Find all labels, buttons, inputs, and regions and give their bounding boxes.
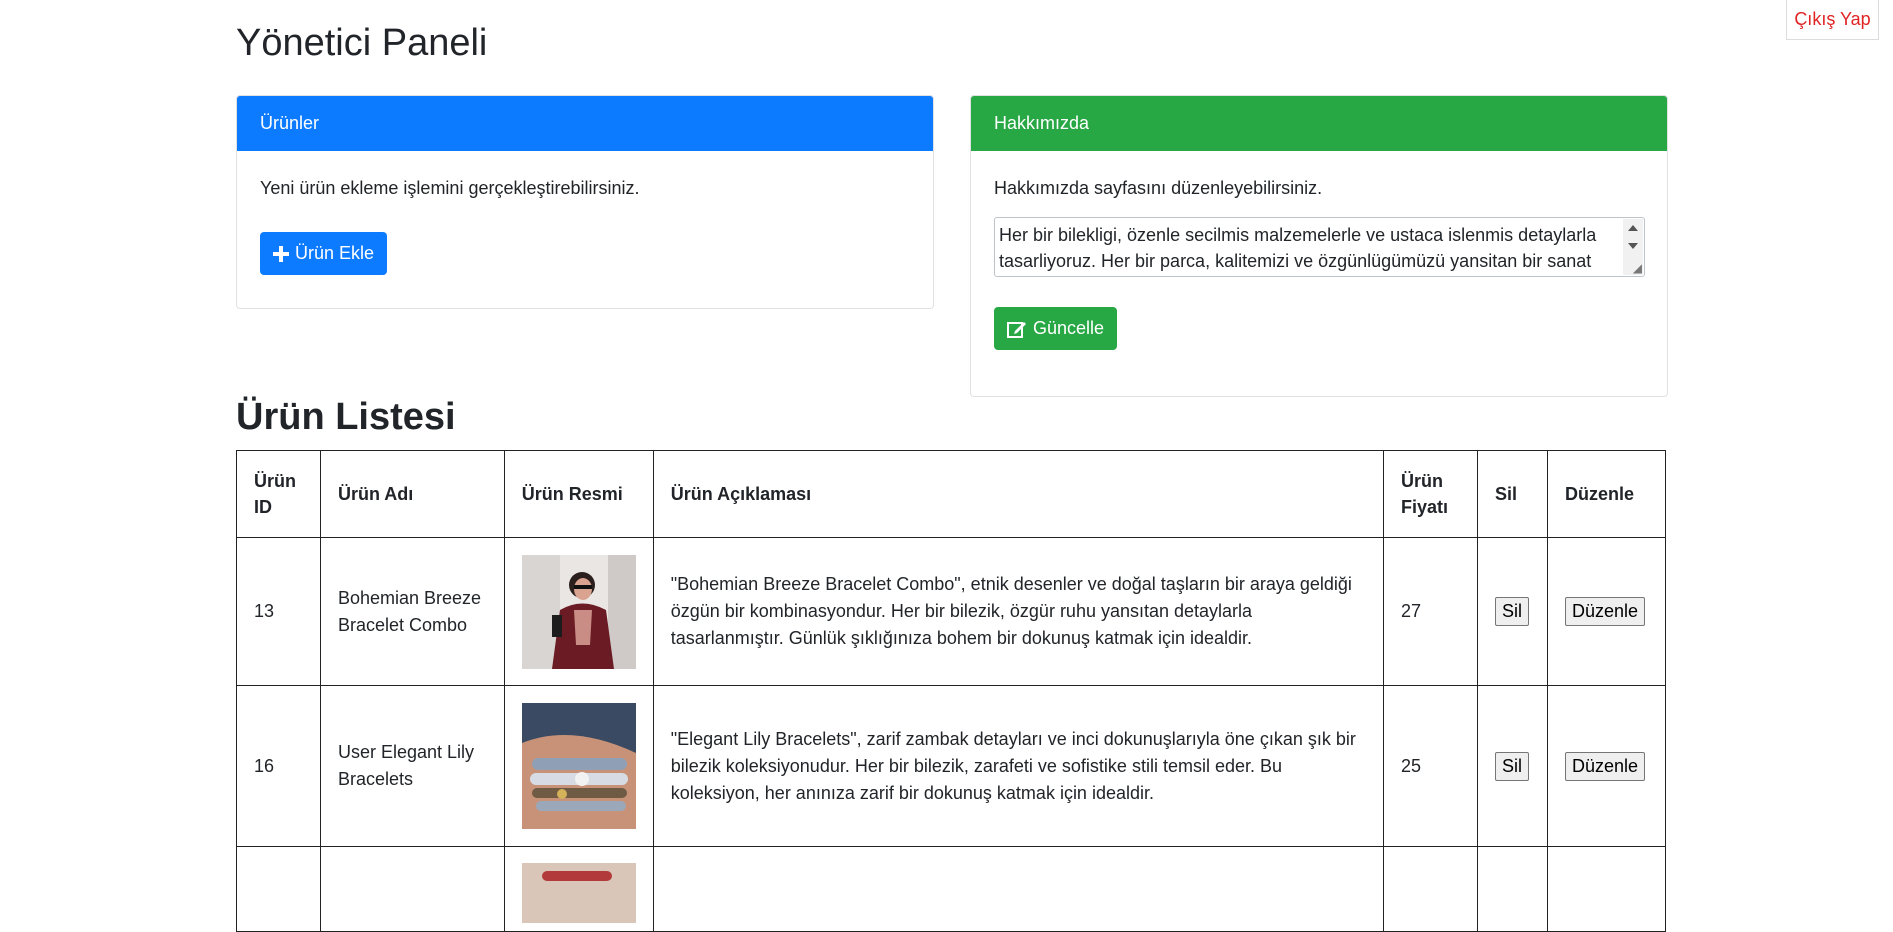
- edit-cell: Düzenle: [1546, 537, 1667, 686]
- product-list-title: Ürün Listesi: [236, 396, 456, 438]
- textarea-scrollbar[interactable]: ◢: [1623, 219, 1643, 275]
- product-name: User Elegant Lily Bracelets: [319, 685, 505, 847]
- add-product-button[interactable]: Ürün Ekle: [260, 232, 388, 275]
- edit-cell: [1546, 846, 1667, 932]
- about-card-header: Hakkımızda: [971, 96, 1667, 151]
- edit-cell: Düzenle: [1546, 685, 1667, 847]
- add-product-label: Ürün Ekle: [295, 243, 375, 263]
- table-row: 13 Bohemian Breeze Bracelet Combo "Bohem…: [236, 537, 1667, 686]
- product-image: [521, 703, 636, 829]
- delete-cell: Sil: [1476, 537, 1548, 686]
- column-header-name: Ürün Adı: [319, 450, 505, 538]
- product-image: [521, 554, 636, 669]
- product-description: "Bohemian Breeze Bracelet Combo", etnik …: [652, 537, 1385, 686]
- about-card-text: Hakkımızda sayfasını düzenleyebilirsiniz…: [994, 178, 1323, 198]
- column-header-id: Ürün ID: [236, 450, 321, 538]
- about-card-title: Hakkımızda: [994, 113, 1090, 133]
- delete-button[interactable]: Sil: [1494, 751, 1529, 781]
- about-textarea[interactable]: Her bir bilekligi, özenle secilmis malze…: [994, 217, 1645, 277]
- product-description: [652, 846, 1385, 932]
- product-price: 27: [1383, 537, 1478, 686]
- product-image-cell: [503, 846, 654, 932]
- product-image-cell: [503, 685, 654, 847]
- products-card-header: Ürünler: [237, 96, 933, 151]
- edit-icon: [1007, 321, 1026, 338]
- product-table: Ürün ID Ürün Adı Ürün Resmi Ürün Açıklam…: [236, 450, 1667, 932]
- table-row: 16 User Elegant Lily Bracelets "Elegant …: [236, 685, 1667, 847]
- column-header-delete: Sil: [1476, 450, 1548, 538]
- column-header-description: Ürün Açıklaması: [652, 450, 1385, 538]
- product-name: Bohemian Breeze Bracelet Combo: [319, 537, 505, 686]
- page-title: Yönetici Paneli: [236, 22, 488, 64]
- edit-button[interactable]: Düzenle: [1564, 751, 1645, 781]
- product-id: [236, 846, 321, 932]
- plus-icon: [273, 245, 289, 262]
- products-card: Ürünler Yeni ürün ekleme işlemini gerçek…: [236, 95, 934, 309]
- logout-link[interactable]: Çıkış Yap: [1786, 0, 1879, 40]
- delete-cell: Sil: [1476, 685, 1548, 847]
- product-name: [319, 846, 505, 932]
- product-description: "Elegant Lily Bracelets", zarif zambak d…: [652, 685, 1385, 847]
- products-card-text: Yeni ürün ekleme işlemini gerçekleştireb…: [260, 178, 640, 198]
- column-header-price: Ürün Fiyatı: [1383, 450, 1478, 538]
- delete-button[interactable]: Sil: [1494, 597, 1529, 626]
- resize-grip-icon[interactable]: ◢: [1633, 262, 1642, 274]
- scroll-down-icon[interactable]: [1628, 243, 1638, 249]
- product-image-cell: [503, 537, 654, 686]
- column-header-edit: Düzenle: [1546, 450, 1667, 538]
- table-header-row: Ürün ID Ürün Adı Ürün Resmi Ürün Açıklam…: [236, 450, 1667, 538]
- update-about-button[interactable]: Güncelle: [994, 307, 1118, 350]
- table-row: [236, 846, 1667, 932]
- update-about-label: Güncelle: [1033, 318, 1105, 338]
- about-textarea-value: Her bir bilekligi, özenle secilmis malze…: [999, 225, 1597, 271]
- products-card-title: Ürünler: [260, 113, 320, 133]
- product-price: [1383, 846, 1478, 932]
- product-image: [521, 863, 636, 923]
- product-id: 13: [236, 537, 321, 686]
- scroll-up-icon[interactable]: [1628, 225, 1638, 231]
- product-price: 25: [1383, 685, 1478, 847]
- delete-cell: [1476, 846, 1548, 932]
- product-id: 16: [236, 685, 321, 847]
- column-header-image: Ürün Resmi: [503, 450, 654, 538]
- about-card: Hakkımızda Hakkımızda sayfasını düzenley…: [970, 95, 1668, 397]
- edit-button[interactable]: Düzenle: [1564, 597, 1645, 626]
